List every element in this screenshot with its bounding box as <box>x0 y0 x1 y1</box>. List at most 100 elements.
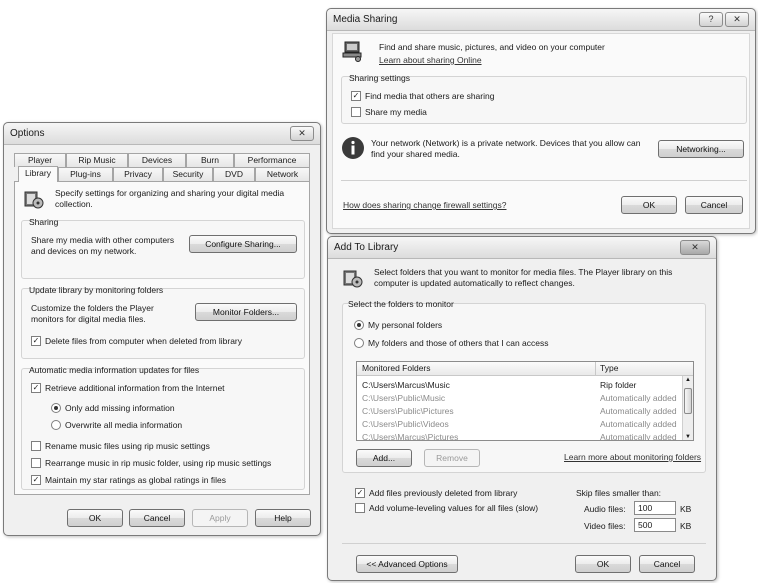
remove-button[interactable]: Remove <box>424 449 480 467</box>
library-icon <box>343 270 363 288</box>
col-folders-header[interactable]: Monitored Folders <box>362 363 431 373</box>
table-row[interactable]: C:\Users\Marcus\Music Rip folder <box>357 379 693 392</box>
media-sharing-dialog: Media Sharing ? ✕ Find and share music, … <box>326 8 756 234</box>
add-button[interactable]: Add... <box>356 449 412 467</box>
rename-checkbox[interactable] <box>31 441 41 451</box>
add-volume-label: Add volume-leveling values for all files… <box>369 503 539 513</box>
learn-sharing-link[interactable]: Learn about sharing Online <box>379 55 482 65</box>
audio-kb-label: KB <box>680 504 692 514</box>
add-deleted-label: Add files previously deleted from librar… <box>369 488 518 498</box>
type-cell: Rip folder <box>600 380 637 390</box>
auto-update-label: Automatic media information updates for … <box>29 365 200 375</box>
tab-security[interactable]: Security <box>163 167 213 181</box>
tab-network[interactable]: Network <box>255 167 310 181</box>
list-header: Monitored Folders Type <box>357 362 693 376</box>
personal-folders-label: My personal folders <box>368 320 443 330</box>
network-text: Your network (Network) is a private netw… <box>371 138 641 159</box>
add-to-library-title: Add To Library <box>334 242 399 253</box>
help-button[interactable]: Help <box>255 509 311 527</box>
maintain-ratings-checkbox[interactable]: ✓ <box>31 475 41 485</box>
audio-size-input[interactable]: 100 <box>634 501 676 515</box>
tab-plug-ins[interactable]: Plug-ins <box>58 167 113 181</box>
add-to-library-dialog: Add To Library ✕ Select folders that you… <box>327 236 717 581</box>
overwrite-all-label: Overwrite all media information <box>65 420 183 430</box>
tab-privacy[interactable]: Privacy <box>113 167 163 181</box>
sharing-text: Share my media with other computers and … <box>31 235 175 256</box>
type-cell: Automatically added <box>600 406 677 416</box>
only-missing-radio[interactable] <box>51 403 61 413</box>
monitored-folders-list[interactable]: Monitored Folders Type C:\Users\Marcus\M… <box>356 361 694 441</box>
scroll-thumb[interactable] <box>684 388 692 414</box>
library-intro: Specify settings for organizing and shar… <box>55 188 285 209</box>
ok-button[interactable]: OK <box>575 555 631 573</box>
find-media-checkbox[interactable]: ✓ <box>351 91 361 101</box>
advanced-options-button[interactable]: << Advanced Options <box>356 555 458 573</box>
add-deleted-checkbox[interactable]: ✓ <box>355 488 365 498</box>
media-sharing-body: Find and share music, pictures, and vide… <box>332 33 750 229</box>
scroll-down-icon[interactable]: ▼ <box>685 434 691 440</box>
cancel-button[interactable]: Cancel <box>129 509 185 527</box>
overwrite-all-radio[interactable] <box>51 420 61 430</box>
maintain-ratings-label: Maintain my star ratings as global ratin… <box>45 475 226 485</box>
cancel-button[interactable]: Cancel <box>639 555 695 573</box>
table-row[interactable]: C:\Users\Public\Videos Automatically add… <box>357 418 693 431</box>
tab-library[interactable]: Library <box>18 166 58 182</box>
retrieve-info-checkbox[interactable]: ✓ <box>31 383 41 393</box>
type-cell: Automatically added <box>600 393 677 403</box>
media-sharing-title: Media Sharing <box>333 14 398 25</box>
tab-panel: Specify settings for organizing and shar… <box>14 181 310 495</box>
others-folders-radio[interactable] <box>354 338 364 348</box>
cancel-button[interactable]: Cancel <box>685 196 743 214</box>
add-volume-checkbox[interactable] <box>355 503 365 513</box>
divider <box>341 180 747 181</box>
table-row[interactable]: C:\Users\Marcus\Pictures Automatically a… <box>357 431 693 441</box>
ok-button[interactable]: OK <box>621 196 677 214</box>
share-media-checkbox[interactable] <box>351 107 361 117</box>
ok-button[interactable]: OK <box>67 509 123 527</box>
add-library-intro: Select folders that you want to monitor … <box>374 267 673 288</box>
tab-devices[interactable]: Devices <box>128 153 186 167</box>
divider <box>342 543 706 544</box>
skip-files-label: Skip files smaller than: <box>576 488 662 498</box>
select-folders-label: Select the folders to monitor <box>348 299 454 309</box>
close-icon[interactable]: ✕ <box>290 126 314 141</box>
column-divider <box>595 362 596 376</box>
col-type-header[interactable]: Type <box>600 363 618 373</box>
info-icon <box>342 137 364 159</box>
table-row[interactable]: C:\Users\Public\Pictures Automatically a… <box>357 405 693 418</box>
rearrange-checkbox[interactable] <box>31 458 41 468</box>
video-kb-label: KB <box>680 521 692 531</box>
scrollbar[interactable]: ▲ ▼ <box>682 376 693 440</box>
close-icon[interactable]: ✕ <box>725 12 749 27</box>
configure-sharing-button[interactable]: Configure Sharing... <box>189 235 297 253</box>
table-row[interactable]: C:\Users\Public\Music Automatically adde… <box>357 392 693 405</box>
personal-folders-radio[interactable] <box>354 320 364 330</box>
library-icon <box>24 191 44 209</box>
tab-player[interactable]: Player <box>14 153 66 167</box>
tab-dvd[interactable]: DVD <box>213 167 255 181</box>
audio-files-label: Audio files: <box>584 504 626 514</box>
tab-performance[interactable]: Performance <box>234 153 310 167</box>
video-size-input[interactable]: 500 <box>634 518 676 532</box>
folder-cell: C:\Users\Marcus\Pictures <box>362 432 459 441</box>
firewall-link[interactable]: How does sharing change firewall setting… <box>343 200 506 210</box>
delete-files-checkbox[interactable]: ✓ <box>31 336 41 346</box>
monitor-folders-button[interactable]: Monitor Folders... <box>195 303 297 321</box>
folder-cell: C:\Users\Public\Pictures <box>362 406 454 416</box>
learn-monitoring-link[interactable]: Learn more about monitoring folders <box>564 452 701 462</box>
folder-cell: C:\Users\Public\Music <box>362 393 446 403</box>
scroll-up-icon[interactable]: ▲ <box>685 377 691 383</box>
apply-button[interactable]: Apply <box>192 509 248 527</box>
close-icon[interactable]: ✕ <box>680 240 710 255</box>
networking-button[interactable]: Networking... <box>658 140 744 158</box>
folder-cell: C:\Users\Marcus\Music <box>362 380 450 390</box>
retrieve-info-label: Retrieve additional information from the… <box>45 383 225 393</box>
type-cell: Automatically added <box>600 432 677 441</box>
media-sharing-icon <box>342 41 362 62</box>
tab-rip-music[interactable]: Rip Music <box>66 153 128 167</box>
tab-burn[interactable]: Burn <box>186 153 234 167</box>
rename-label: Rename music files using rip music setti… <box>45 441 210 451</box>
folder-cell: C:\Users\Public\Videos <box>362 419 449 429</box>
share-media-label: Share my media <box>365 107 427 117</box>
help-icon[interactable]: ? <box>699 12 723 27</box>
